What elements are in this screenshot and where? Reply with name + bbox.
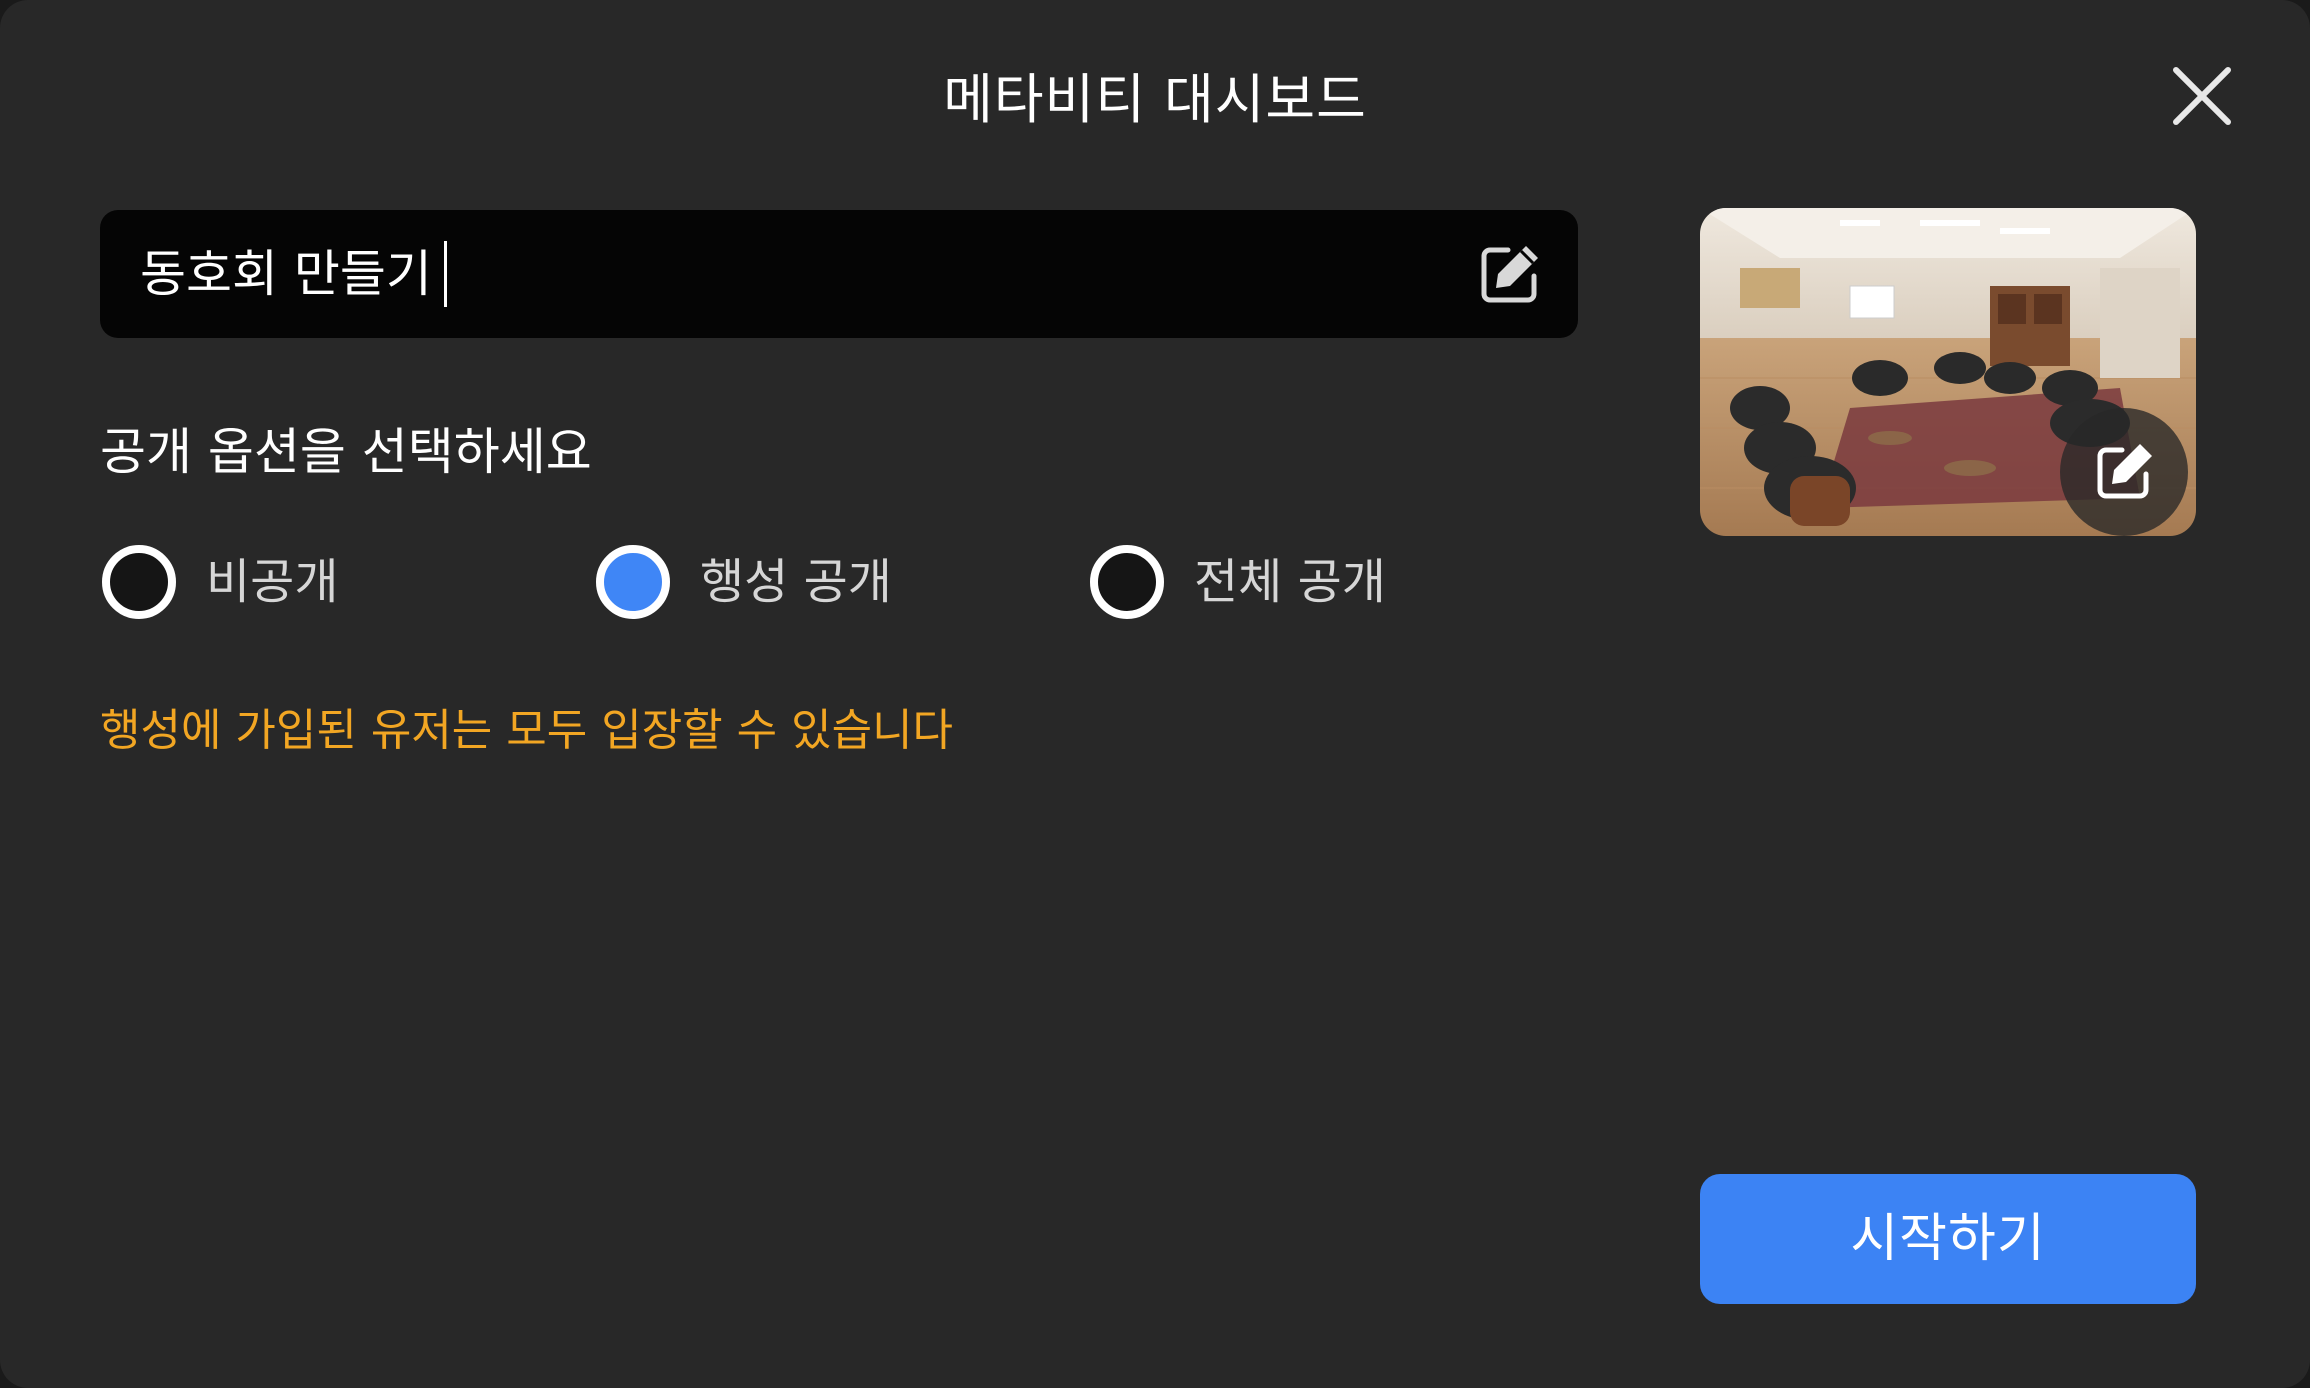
club-name-input[interactable]: 동호회 만들기 bbox=[100, 210, 1578, 338]
close-icon bbox=[2173, 67, 2231, 125]
radio-label: 행성 공개 bbox=[700, 554, 892, 610]
text-caret bbox=[443, 240, 447, 307]
radio-label: 전체 공개 bbox=[1194, 554, 1386, 610]
club-name-value: 동호회 만들기 bbox=[140, 238, 447, 310]
close-button[interactable] bbox=[2170, 64, 2234, 128]
edit-icon bbox=[2097, 444, 2152, 499]
radio-planet-public[interactable]: 행성 공개 bbox=[596, 545, 892, 619]
visibility-notice: 행성에 가입된 유저는 모두 입장할 수 있습니다 bbox=[100, 705, 954, 756]
edit-thumbnail-button[interactable] bbox=[2060, 408, 2188, 536]
radio-circle bbox=[1090, 545, 1164, 619]
dialog-title: 메타비티 대시보드 bbox=[943, 68, 1367, 131]
edit-icon bbox=[1481, 246, 1538, 303]
radio-all-public[interactable]: 전체 공개 bbox=[1090, 545, 1386, 619]
radio-circle bbox=[102, 545, 176, 619]
edit-name-button[interactable] bbox=[1478, 242, 1542, 306]
radio-label: 비공개 bbox=[206, 554, 339, 610]
radio-private[interactable]: 비공개 bbox=[102, 545, 339, 619]
start-button[interactable]: 시작하기 bbox=[1700, 1174, 2196, 1304]
visibility-heading: 공개 옵션을 선택하세요 bbox=[100, 423, 592, 481]
radio-circle-selected bbox=[596, 545, 670, 619]
meta-dashboard-dialog: 메타비티 대시보드 동호회 만들기 공개 옵션을 선택하세요 비공개 행성 공개… bbox=[0, 0, 2310, 1388]
